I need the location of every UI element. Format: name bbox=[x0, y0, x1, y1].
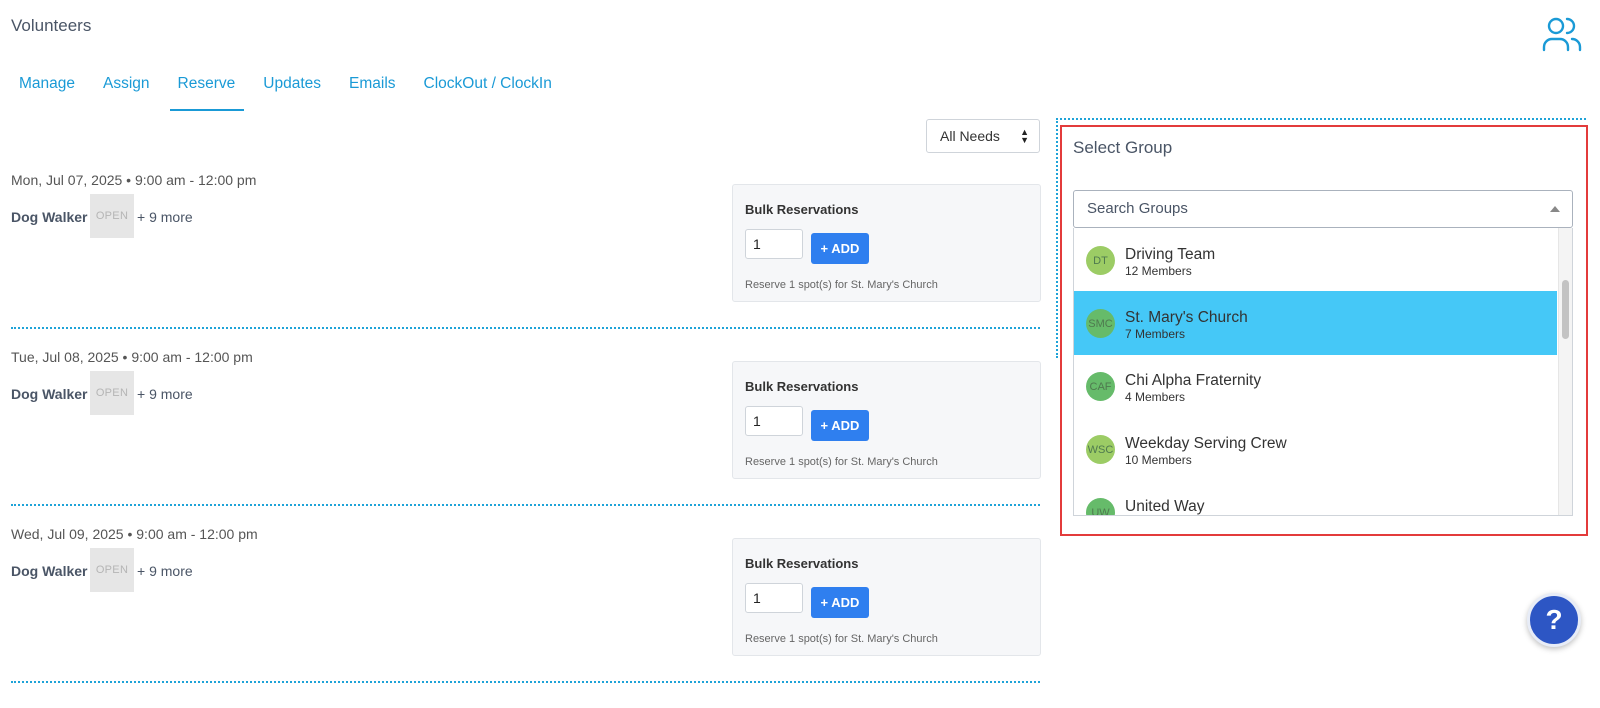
bulk-reservations-card: Bulk Reservations 1 + ADD Reserve 1 spot… bbox=[732, 184, 1041, 302]
add-reservation-button[interactable]: + ADD bbox=[811, 233, 869, 264]
more-roles-link[interactable]: + 9 more bbox=[137, 563, 193, 579]
shift-day: Mon, Jul 07, 2025 • 9:00 am - 12:00 pm D… bbox=[11, 172, 1041, 352]
group-member-count: 10 Members bbox=[1125, 453, 1192, 467]
role-name: Dog Walker bbox=[11, 209, 88, 225]
bulk-reservations-title: Bulk Reservations bbox=[745, 556, 859, 571]
needs-filter-value: All Needs bbox=[940, 128, 1000, 144]
group-item-driving-team[interactable]: DT Driving Team 12 Members bbox=[1074, 228, 1557, 292]
group-name: Driving Team bbox=[1125, 246, 1216, 263]
open-status-badge[interactable]: OPEN bbox=[90, 194, 134, 238]
add-reservation-button[interactable]: + ADD bbox=[811, 410, 869, 441]
more-roles-link[interactable]: + 9 more bbox=[137, 209, 193, 225]
day-divider bbox=[11, 327, 1040, 329]
add-reservation-button[interactable]: + ADD bbox=[811, 587, 869, 618]
shift-date: Mon, Jul 07, 2025 • 9:00 am - 12:00 pm bbox=[11, 172, 257, 188]
group-item-weekday-serving-crew[interactable]: WSC Weekday Serving Crew 10 Members bbox=[1074, 417, 1557, 481]
shift-date: Wed, Jul 09, 2025 • 9:00 am - 12:00 pm bbox=[11, 526, 258, 542]
people-icon[interactable] bbox=[1542, 15, 1582, 53]
tab-updates[interactable]: Updates bbox=[255, 75, 330, 109]
group-avatar: SMC bbox=[1086, 309, 1115, 338]
group-list[interactable]: DT Driving Team 12 Members SMC St. Mary'… bbox=[1073, 228, 1573, 516]
group-member-count: 12 Members bbox=[1125, 264, 1192, 278]
select-group-panel: Select Group Search Groups DT Driving Te… bbox=[1060, 125, 1588, 536]
role-name: Dog Walker bbox=[11, 386, 88, 402]
group-avatar: WSC bbox=[1086, 435, 1115, 464]
help-button[interactable]: ? bbox=[1527, 593, 1581, 647]
open-status-badge[interactable]: OPEN bbox=[90, 548, 134, 592]
group-item-st-marys-church[interactable]: SMC St. Mary's Church 7 Members bbox=[1074, 291, 1557, 355]
quantity-input[interactable]: 1 bbox=[745, 406, 803, 436]
tab-bar: Manage Assign Reserve Updates Emails Clo… bbox=[11, 75, 572, 111]
day-divider bbox=[11, 504, 1040, 506]
group-member-count: 4 Members bbox=[1125, 390, 1186, 404]
quantity-input[interactable]: 1 bbox=[745, 229, 803, 259]
day-divider bbox=[11, 681, 1040, 683]
bulk-reservations-title: Bulk Reservations bbox=[745, 202, 859, 217]
tab-reserve[interactable]: Reserve bbox=[169, 75, 245, 111]
search-groups-input[interactable]: Search Groups bbox=[1073, 190, 1573, 228]
bulk-reservations-card: Bulk Reservations 1 + ADD Reserve 1 spot… bbox=[732, 538, 1041, 656]
group-avatar: UW bbox=[1086, 498, 1115, 515]
group-member-count: 7 Members bbox=[1125, 327, 1186, 341]
more-roles-link[interactable]: + 9 more bbox=[137, 386, 193, 402]
group-avatar: DT bbox=[1086, 246, 1115, 275]
page-title: Volunteers bbox=[11, 16, 92, 35]
select-arrows-icon: ▲ ▼ bbox=[1020, 127, 1029, 145]
shift-day: Wed, Jul 09, 2025 • 9:00 am - 12:00 pm D… bbox=[11, 526, 1041, 706]
bulk-reservations-title: Bulk Reservations bbox=[745, 379, 859, 394]
shift-date: Tue, Jul 08, 2025 • 9:00 am - 12:00 pm bbox=[11, 349, 253, 365]
group-name: St. Mary's Church bbox=[1125, 309, 1248, 326]
group-item-united-way[interactable]: UW United Way bbox=[1074, 480, 1557, 515]
select-group-title: Select Group bbox=[1073, 138, 1173, 157]
caret-up-icon[interactable] bbox=[1550, 206, 1560, 212]
bulk-reservations-card: Bulk Reservations 1 + ADD Reserve 1 spot… bbox=[732, 361, 1041, 479]
tab-clockout-clockin[interactable]: ClockOut / ClockIn bbox=[416, 75, 561, 109]
group-name: United Way bbox=[1125, 498, 1205, 515]
group-name: Chi Alpha Fraternity bbox=[1125, 372, 1262, 389]
reservation-note: Reserve 1 spot(s) for St. Mary's Church bbox=[745, 456, 938, 468]
quantity-input[interactable]: 1 bbox=[745, 583, 803, 613]
needs-filter-select[interactable]: All Needs ▲ ▼ bbox=[926, 119, 1040, 153]
group-item-chi-alpha-fraternity[interactable]: CAF Chi Alpha Fraternity 4 Members bbox=[1074, 354, 1557, 418]
tab-assign[interactable]: Assign bbox=[95, 75, 159, 109]
reservation-note: Reserve 1 spot(s) for St. Mary's Church bbox=[745, 633, 938, 645]
group-name: Weekday Serving Crew bbox=[1125, 435, 1287, 452]
group-list-scrollbar[interactable] bbox=[1558, 228, 1572, 515]
open-status-badge[interactable]: OPEN bbox=[90, 371, 134, 415]
scrollbar-thumb[interactable] bbox=[1562, 280, 1569, 339]
tab-manage[interactable]: Manage bbox=[11, 75, 84, 109]
search-groups-placeholder: Search Groups bbox=[1087, 200, 1188, 217]
reservation-note: Reserve 1 spot(s) for St. Mary's Church bbox=[745, 279, 938, 291]
tab-emails[interactable]: Emails bbox=[341, 75, 405, 109]
role-name: Dog Walker bbox=[11, 563, 88, 579]
shift-day: Tue, Jul 08, 2025 • 9:00 am - 12:00 pm D… bbox=[11, 349, 1041, 529]
group-avatar: CAF bbox=[1086, 372, 1115, 401]
